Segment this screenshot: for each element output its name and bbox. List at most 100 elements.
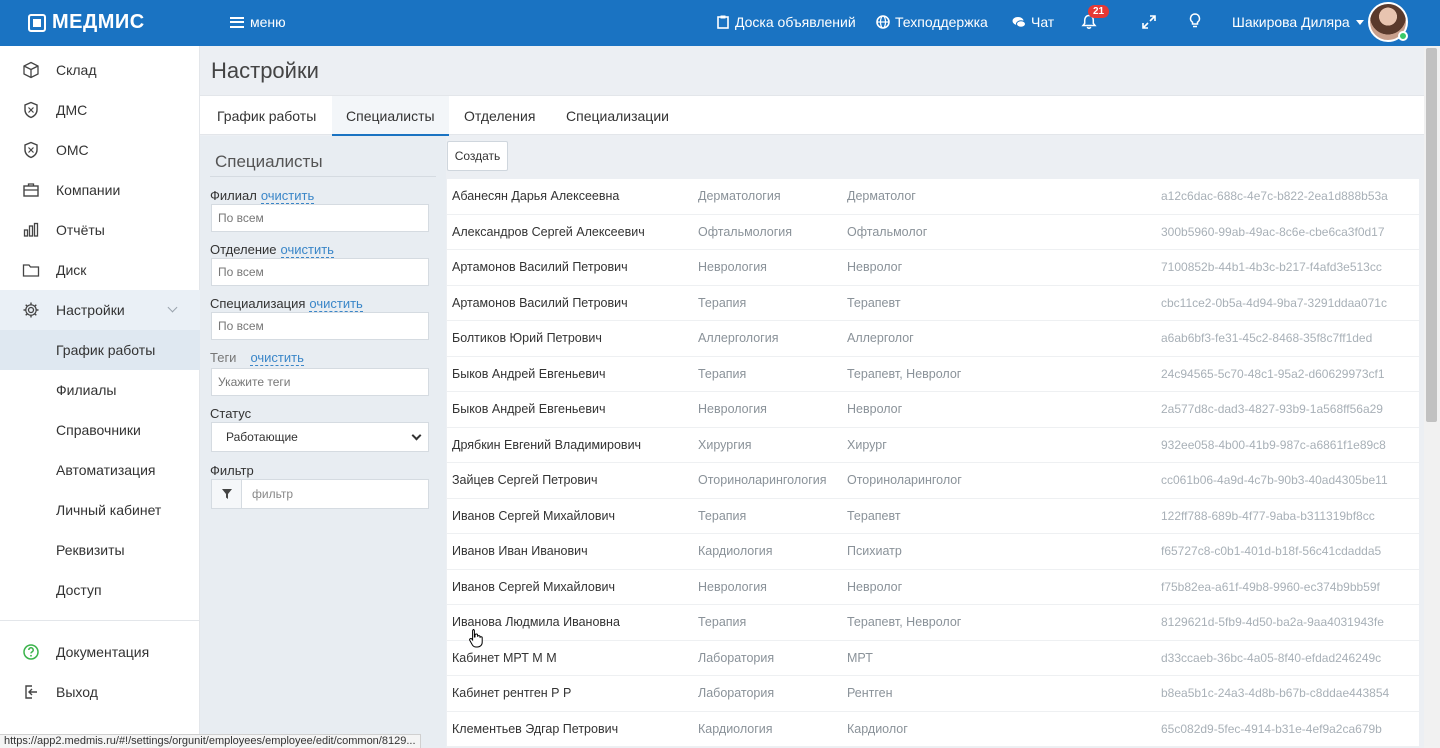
specialist-name: Кабинет МРТ М М [452,650,557,665]
filter-input[interactable]: фильтр [252,480,293,508]
id-cell: 122ff788-689b-4f77-9aba-b311319bf8cc [1161,508,1375,523]
clear-tags-link[interactable]: очистить [250,350,304,366]
table-row[interactable]: Артамонов Василий Петрович Неврология Невр… [447,250,1419,286]
table-row[interactable]: Иванов Сергей Михайлович Неврология Неврол… [447,570,1419,605]
table-row[interactable]: Быков Андрей Евгеньевич Неврология Невроло… [447,392,1419,428]
table-row[interactable]: Александров Сергей Алексеевич Офтальмолог… [447,215,1419,250]
table-row[interactable]: Болтиков Юрий Петрович Аллергология Аллерг… [447,321,1419,357]
sidebar-subitem-label: Личный кабинет [56,502,162,518]
id-cell: b8ea5b1c-24a3-4d8b-b67b-c8ddae443854 [1161,686,1390,700]
user-menu[interactable]: Шакирова Диляра [1232,14,1364,30]
table-row[interactable]: Иванова Людмила Ивановна Терапия Терапевт,… [447,605,1419,641]
sidebar-item-disk[interactable]: Диск [0,250,200,290]
id-cell: a6ab6bf3-fe31-45c2-8468-35f8c7ff1ded [1161,331,1373,345]
id-cell: 932ee058-4b00-41b9-987c-a6861f1e89c8 [1161,437,1386,452]
sidebar-subitem-directories[interactable]: Справочники [0,410,200,450]
sidebar-subitem-branches[interactable]: Филиалы [0,370,200,410]
sidebar-item-reports[interactable]: Отчёты [0,210,200,250]
fullscreen-icon[interactable] [1142,15,1156,29]
logo[interactable]: МЕДМИС [28,11,145,34]
scrollbar-thumb[interactable] [1426,48,1437,422]
table-row[interactable]: Кабинет рентген Р Р Лаборатория Рентген b8e… [447,676,1419,712]
table-row[interactable]: Иванов Сергей Михайлович Терапия Терапевт 1… [447,499,1419,534]
specialist-name: Иванов Иван Иванович [452,544,588,558]
table-row[interactable]: Абанесян Дарья Алексеевна Дерматология Дер… [447,179,1419,215]
table-row[interactable]: Быков Андрей Евгеньевич Терапия Терапевт, … [447,357,1419,392]
filter-input-group[interactable]: фильтр [211,479,429,509]
clear-department-link[interactable]: очистить [280,242,334,258]
id-cell: 2a577d8c-dad3-4827-93b9-1a568ff56a29 [1161,402,1383,416]
user-name: Шакирова Диляра [1232,14,1350,30]
board-link[interactable]: Доска объявлений [716,14,856,30]
id-cell: a12c6dac-688c-4e7c-b822-2ea1d888b53a [1161,189,1388,203]
chat-link[interactable]: Чат [1012,14,1054,30]
sidebar-subitem-automation[interactable]: Автоматизация [0,450,200,490]
table-row[interactable]: Иванов Иван Иванович Кардиология Психиатр f… [447,534,1419,570]
sidebar-item-dms[interactable]: ДМС [0,90,200,130]
tab-specialists[interactable]: Специалисты [332,96,449,136]
specialization-cell: Аллерголог [847,331,914,345]
sidebar-item-oms[interactable]: ОМС [0,130,200,170]
sidebar-subitem-requisites[interactable]: Реквизиты [0,530,200,570]
shield-icon [24,141,38,159]
clear-specialization-link[interactable]: очистить [309,296,363,312]
table-row[interactable]: Зайцев Сергей Петрович Оториноларингологи… [447,463,1419,499]
id-cell: 65c082d9-5fec-4914-b31e-4ef9a2ca679b [1161,721,1382,736]
chevron-down-icon [411,430,422,441]
id-cell: f65727c8-c0b1-401d-b18f-56c41cdadda5 [1161,544,1382,558]
tab-specializations[interactable]: Специализации [566,96,669,136]
support-link[interactable]: Техподдержка [876,14,988,30]
tab-schedule[interactable]: График работы [217,96,316,136]
department-label: Отделение очистить [210,242,334,258]
table-row[interactable]: Кабинет МРТ М М Лаборатория МРТ d33ccaeb-36… [447,641,1419,676]
sidebar-item-documentation[interactable]: Документация [0,632,200,672]
specialization-label-text: Специализация [210,296,306,311]
specialist-name: Иванов Сергей Михайлович [452,579,615,594]
notification-badge: 21 [1088,5,1110,18]
specialization-cell: Терапевт, Невролог [847,615,962,629]
sidebar-item-settings[interactable]: Настройки [0,290,200,330]
filter-title-divider [210,176,436,177]
department-cell: Лаборатория [698,686,775,700]
sidebar-subitem-access[interactable]: Доступ [0,570,200,610]
department-select[interactable]: По всем [211,258,429,286]
sidebar: Склад ДМС ОМС Компании Отчёты Диск Настр… [0,46,200,748]
menu-label: меню [250,14,286,30]
tags-input[interactable]: Укажите теги [211,368,429,396]
specialization-cell: Терапевт [847,295,901,310]
table-row[interactable]: Дрябкин Евгений Владимирович Хирургия Хиру… [447,428,1419,463]
menu-button[interactable]: меню [230,14,286,30]
specialization-cell: Психиатр [847,544,902,558]
sidebar-item-companies[interactable]: Компании [0,170,200,210]
sidebar-subitem-cabinet[interactable]: Личный кабинет [0,490,200,530]
chevron-down-icon [1355,19,1364,25]
box-icon [23,61,39,79]
department-cell: Терапия [698,366,747,381]
tab-departments[interactable]: Отделения [464,96,535,136]
table-row[interactable]: Клементьев Эдгар Петрович Кардиология Кард… [447,712,1419,747]
department-cell: Хирургия [698,437,752,452]
specialists-table: Абанесян Дарья Алексеевна Дерматология Дер… [447,179,1419,747]
clear-branch-link[interactable]: очистить [260,188,315,204]
sidebar-subitem-label: Доступ [56,582,102,598]
sidebar-item-label: Отчёты [56,222,105,238]
online-status-dot [1398,31,1408,41]
table-row[interactable]: Артамонов Василий Петрович Терапия Терапев… [447,286,1419,321]
specialist-name: Иванов Сергей Михайлович [452,508,615,523]
branch-select[interactable]: По всем [211,204,429,232]
specialist-name: Дрябкин Евгений Владимирович [452,437,642,452]
create-button[interactable]: Создать [447,141,508,171]
department-cell: Неврология [698,579,767,594]
sidebar-item-logout[interactable]: Выход [0,672,200,712]
specialization-cell: Оториноларинголог [847,473,962,487]
sidebar-item-warehouse[interactable]: Склад [0,50,200,90]
status-select[interactable]: Работающие [211,422,429,452]
board-label: Доска объявлений [735,14,856,30]
sidebar-subitem-schedule[interactable]: График работы [0,330,200,370]
specialization-select[interactable]: По всем [211,312,429,340]
id-cell: cbc11ce2-0b5a-4d94-9ba7-3291ddaa071c [1161,295,1387,310]
sidebar-subitem-label: Автоматизация [56,462,156,478]
department-cell: Терапия [698,615,747,629]
lightbulb-icon[interactable] [1189,13,1201,29]
clipboard-icon [717,15,729,29]
